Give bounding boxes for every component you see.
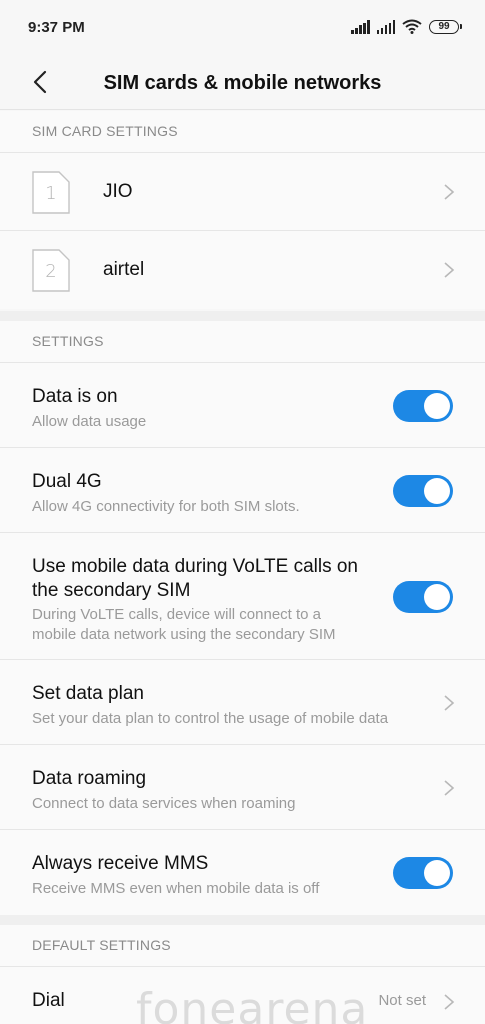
battery-icon: 99 — [429, 19, 462, 34]
dual-4g-toggle[interactable] — [393, 475, 453, 507]
toggle-knob — [424, 584, 450, 610]
sim-card-icon: 1 — [32, 171, 70, 214]
row-title: Data roaming — [32, 768, 147, 789]
sim-row-1[interactable]: 1 JIO — [0, 153, 485, 231]
status-bar: 9:37 PM 99 — [0, 0, 485, 56]
watermark-text: fonearena — [136, 984, 369, 1024]
volte-data-toggle[interactable] — [393, 581, 453, 613]
volte-data-row[interactable]: Use mobile data during VoLTE calls on th… — [0, 533, 485, 660]
sim-name: JIO — [103, 181, 133, 202]
receive-mms-toggle[interactable] — [393, 857, 453, 889]
section-header-default: DEFAULT SETTINGS — [0, 925, 485, 967]
status-icons: 99 — [351, 19, 462, 34]
signal-sim1-icon — [351, 19, 370, 34]
signal-sim2-icon — [376, 19, 395, 34]
mobile-data-toggle[interactable] — [393, 390, 453, 422]
sim-slot-number: 2 — [45, 261, 57, 282]
chevron-right-icon — [444, 695, 455, 711]
toggle-knob — [424, 478, 450, 504]
app-header: SIM cards & mobile networks — [0, 56, 485, 110]
section-divider — [0, 311, 485, 321]
data-toggle-row[interactable]: Data is on Allow data usage — [0, 363, 485, 448]
chevron-right-icon — [444, 262, 455, 278]
sim-card-section: SIM CARD SETTINGS 1 JIO 2 airtel — [0, 111, 485, 309]
sim-slot-number: 1 — [45, 183, 57, 204]
status-time: 9:37 PM — [28, 19, 85, 36]
chevron-right-icon — [444, 184, 455, 200]
row-subtitle-line-2: mobile data network using the secondary … — [32, 626, 336, 643]
section-header-settings: SETTINGS — [0, 321, 485, 363]
section-divider — [0, 915, 485, 925]
set-data-plan-row[interactable]: Set data plan Set your data plan to cont… — [0, 660, 485, 745]
row-title: Dial — [32, 990, 65, 1011]
row-title: Set data plan — [32, 683, 144, 704]
data-roaming-row[interactable]: Data roaming Connect to data services wh… — [0, 745, 485, 830]
row-title-line-1: Use mobile data during VoLTE calls on — [32, 556, 358, 577]
dial-value: Not set — [378, 992, 426, 1009]
page-title: SIM cards & mobile networks — [103, 72, 382, 94]
sim-row-2[interactable]: 2 airtel — [0, 231, 485, 309]
dual-4g-row[interactable]: Dual 4G Allow 4G connectivity for both S… — [0, 448, 485, 533]
sim-card-icon: 2 — [32, 249, 70, 292]
toggle-knob — [424, 393, 450, 419]
chevron-right-icon — [444, 994, 455, 1010]
settings-section: SETTINGS Data is on Allow data usage Dua… — [0, 321, 485, 915]
sim-name: airtel — [103, 259, 145, 280]
row-subtitle: Connect to data services when roaming — [32, 795, 296, 812]
wifi-icon — [402, 19, 422, 34]
toggle-knob — [424, 860, 450, 886]
row-subtitle: Set your data plan to control the usage … — [32, 710, 389, 727]
receive-mms-row[interactable]: Always receive MMS Receive MMS even when… — [0, 830, 485, 915]
section-header-sim: SIM CARD SETTINGS — [0, 111, 485, 153]
chevron-right-icon — [444, 780, 455, 796]
